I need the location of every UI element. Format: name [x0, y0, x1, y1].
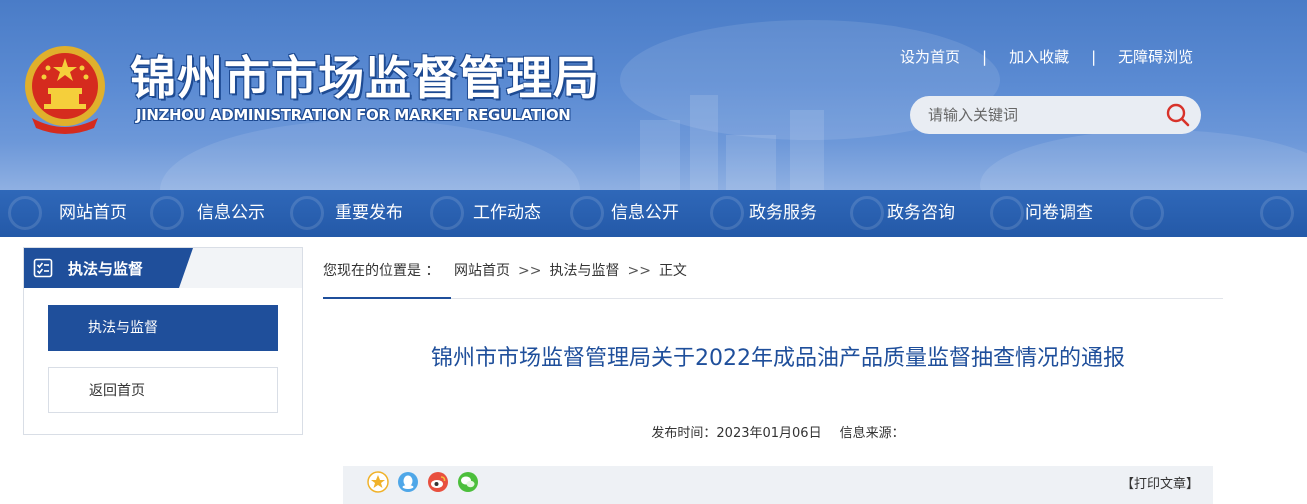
article-meta: 发布时间：2023年01月06日 信息来源： — [323, 422, 1233, 441]
breadcrumb-arrow: >> — [627, 263, 651, 279]
weibo-icon[interactable] — [427, 471, 449, 493]
nav-pattern — [1130, 196, 1164, 230]
nav-item-gov-services[interactable]: 政务服务 — [714, 190, 852, 237]
breadcrumb-home-link[interactable]: 网站首页 — [454, 263, 510, 279]
header-skyline — [640, 120, 680, 190]
national-emblem-icon — [25, 46, 105, 134]
breadcrumb-path: 网站首页 >> 执法与监督 >> 正文 — [454, 247, 687, 295]
nav-item-home[interactable]: 网站首页 — [24, 190, 162, 237]
site-subtitle: JINZHOU ADMINISTRATION FOR MARKET REGULA… — [136, 106, 571, 124]
sidebar-header: 执法与监督 — [24, 248, 302, 288]
nav-pattern — [1260, 196, 1294, 230]
link-separator: | — [1091, 47, 1097, 66]
header-cloud — [980, 130, 1307, 190]
article-title: 锦州市市场监督管理局关于2022年成品油产品质量监督抽查情况的通报 — [431, 346, 1125, 371]
search-box — [910, 96, 1201, 134]
set-homepage-link[interactable]: 设为首页 — [900, 46, 960, 67]
breadcrumb-enforcement-link[interactable]: 执法与监督 — [549, 263, 619, 279]
publish-date: 2023年01月06日 — [716, 426, 822, 441]
nav-item-survey[interactable]: 问卷调查 — [990, 190, 1128, 237]
nav-item-work-news[interactable]: 工作动态 — [438, 190, 576, 237]
nav-item-gov-consult[interactable]: 政务咨询 — [852, 190, 990, 237]
breadcrumb: 您现在的位置是 ： 网站首页 >> 执法与监督 >> 正文 — [323, 247, 1223, 299]
breadcrumb-arrow: >> — [518, 263, 542, 279]
print-article-button[interactable]: 【打印文章】 — [1121, 473, 1199, 492]
source-label: 信息来源： — [839, 426, 905, 441]
main-nav: 网站首页 信息公示 重要发布 工作动态 信息公开 政务服务 政务咨询 问卷调查 — [0, 190, 1307, 237]
nav-list: 网站首页 信息公示 重要发布 工作动态 信息公开 政务服务 政务咨询 问卷调查 — [24, 190, 1128, 237]
wechat-icon[interactable] — [457, 471, 479, 493]
header-skyline — [690, 95, 718, 190]
nav-item-info-notice[interactable]: 信息公示 — [162, 190, 300, 237]
publish-label: 发布时间： — [651, 426, 717, 441]
header-skyline — [726, 135, 776, 190]
accessibility-link[interactable]: 无障碍浏览 — [1118, 46, 1193, 67]
sidebar-item-enforcement[interactable]: 执法与监督 — [48, 305, 278, 351]
search-icon[interactable] — [1165, 102, 1191, 128]
header-skyline — [790, 110, 824, 190]
search-input[interactable] — [928, 105, 1158, 125]
breadcrumb-current: 正文 — [658, 263, 687, 279]
share-bar: 【打印文章】 — [343, 466, 1213, 504]
nav-item-info-disclosure[interactable]: 信息公开 — [576, 190, 714, 237]
nav-item-releases[interactable]: 重要发布 — [300, 190, 438, 237]
qq-icon[interactable] — [397, 471, 419, 493]
sidebar-tab: 执法与监督 — [24, 248, 193, 288]
sidebar: 执法与监督 执法与监督 返回首页 — [23, 247, 303, 435]
sidebar-heading: 执法与监督 — [68, 260, 144, 278]
site-title: 锦州市市场监督管理局 — [130, 51, 600, 105]
sidebar-item-back-home[interactable]: 返回首页 — [48, 367, 278, 413]
site-header: 锦州市市场监督管理局 JINZHOU ADMINISTRATION FOR MA… — [0, 0, 1307, 190]
breadcrumb-prefix: 您现在的位置是 ： — [323, 247, 452, 299]
link-separator: | — [982, 47, 988, 66]
top-links: 设为首页 | 加入收藏 | 无障碍浏览 — [900, 46, 1193, 67]
add-favorite-link[interactable]: 加入收藏 — [1009, 46, 1069, 67]
header-cloud — [160, 120, 580, 190]
checklist-icon — [33, 258, 53, 278]
qzone-icon[interactable] — [367, 471, 389, 493]
